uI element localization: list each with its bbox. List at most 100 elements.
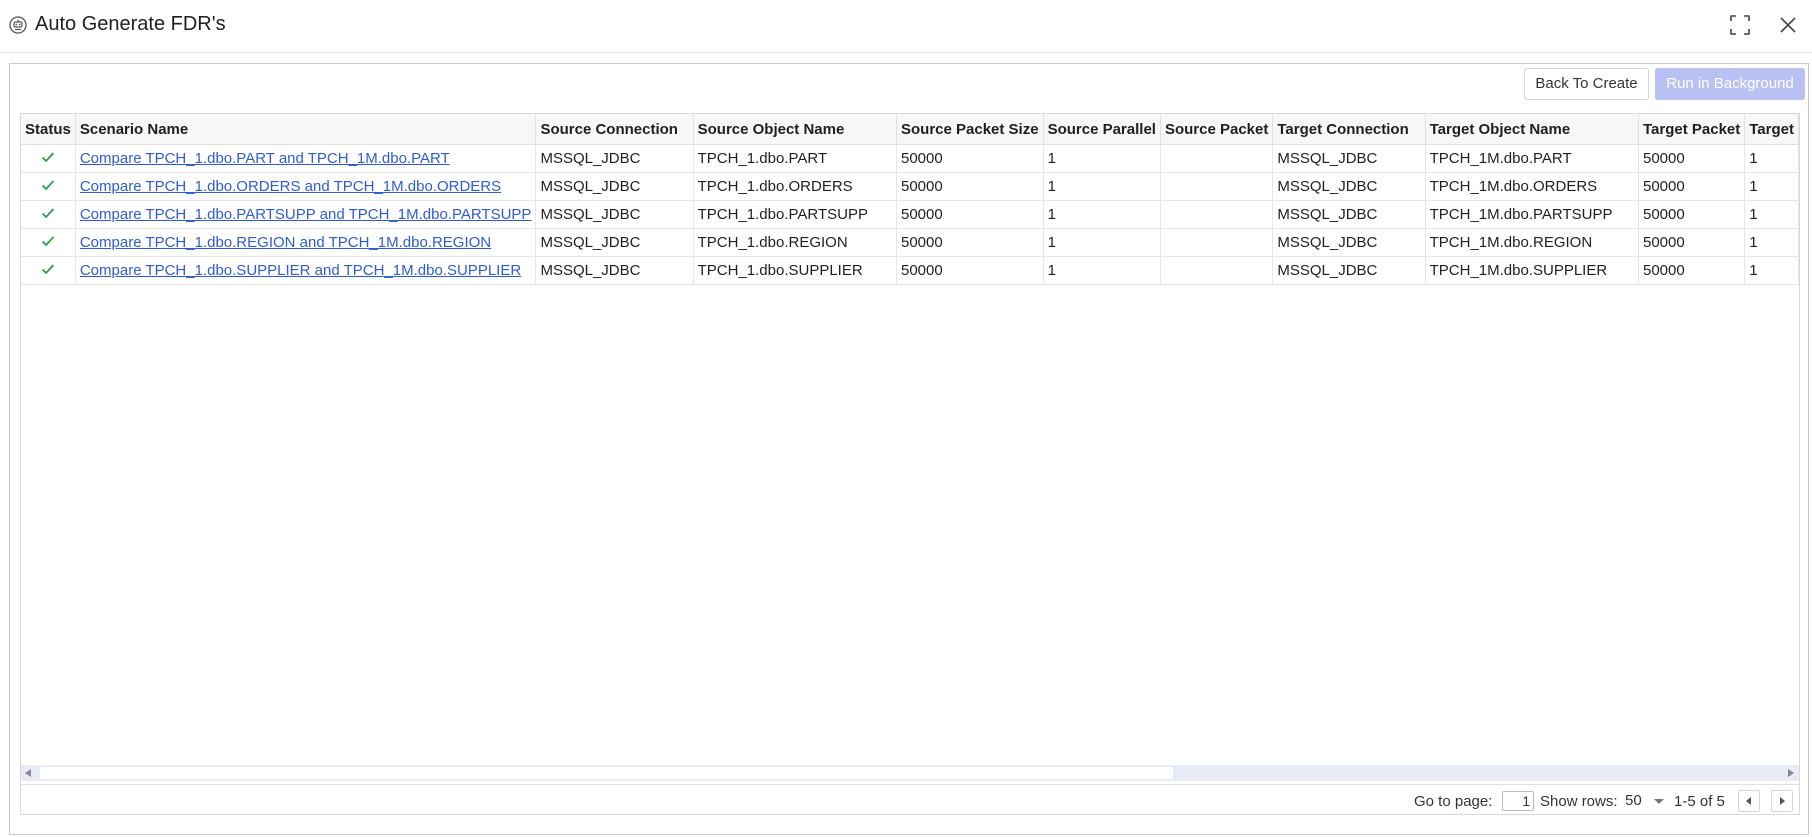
scrollbar-thumb[interactable] [40, 767, 1173, 779]
goto-page-label: Go to page: [1414, 793, 1493, 810]
target-packet-cell: 50000 [1638, 144, 1746, 173]
chevron-down-icon[interactable] [1654, 799, 1664, 804]
check-icon [41, 208, 55, 219]
goto-page-input[interactable]: 1 [1502, 791, 1534, 811]
target-object-cell: TPCH_1M.dbo.ORDERS [1425, 172, 1639, 201]
target-connection-cell: MSSQL_JDBC [1272, 172, 1426, 201]
source-parallel-cell: 1 [1043, 228, 1161, 257]
scenario-link[interactable]: Compare TPCH_1.dbo.SUPPLIER and TPCH_1M.… [80, 262, 521, 279]
table-header-row: Status Scenario Name Source Connection S… [21, 114, 1799, 145]
source-parallel-cell: 1 [1043, 200, 1161, 229]
col-header-target-packet[interactable]: Target Packet [1638, 114, 1746, 145]
source-packet-size-cell: 50000 [896, 200, 1044, 229]
target-object-cell: TPCH_1M.dbo.REGION [1425, 228, 1639, 257]
run-in-background-button[interactable]: Run in Background [1655, 68, 1805, 100]
target-object-cell: TPCH_1M.dbo.PART [1425, 144, 1639, 173]
status-cell [21, 228, 76, 257]
source-packet-cell [1160, 172, 1274, 201]
scroll-right-arrow-icon[interactable] [1788, 769, 1794, 777]
col-header-status[interactable]: Status [21, 114, 76, 145]
target-connection-cell: MSSQL_JDBC [1272, 144, 1426, 173]
close-icon[interactable] [1777, 14, 1799, 36]
chevron-right-icon [1780, 797, 1785, 805]
col-header-target-object-name[interactable]: Target Object Name [1425, 114, 1639, 145]
robot-icon [9, 16, 27, 34]
table-row: Compare TPCH_1.dbo.ORDERS and TPCH_1M.db… [21, 172, 1799, 201]
scenario-link[interactable]: Compare TPCH_1.dbo.PART and TPCH_1M.dbo.… [80, 150, 450, 167]
scenario-name-cell: Compare TPCH_1.dbo.ORDERS and TPCH_1M.db… [75, 172, 537, 201]
source-packet-size-cell: 50000 [896, 256, 1044, 285]
scenario-name-cell: Compare TPCH_1.dbo.PARTSUPP and TPCH_1M.… [75, 200, 537, 229]
target-packet-cell: 50000 [1638, 228, 1746, 257]
source-packet-cell [1160, 144, 1274, 173]
scenario-link[interactable]: Compare TPCH_1.dbo.ORDERS and TPCH_1M.db… [80, 178, 501, 195]
chevron-left-icon [1746, 797, 1751, 805]
back-to-create-button[interactable]: Back To Create [1524, 68, 1649, 100]
scenario-name-cell: Compare TPCH_1.dbo.PART and TPCH_1M.dbo.… [75, 144, 537, 173]
scroll-left-arrow-icon[interactable] [25, 769, 31, 777]
page-range-text: 1-5 of 5 [1674, 793, 1725, 810]
source-object-cell: TPCH_1.dbo.PARTSUPP [693, 200, 897, 229]
source-packet-size-cell: 50000 [896, 228, 1044, 257]
scenario-link[interactable]: Compare TPCH_1.dbo.REGION and TPCH_1M.db… [80, 234, 491, 251]
check-icon [41, 152, 55, 163]
source-object-cell: TPCH_1.dbo.ORDERS [693, 172, 897, 201]
table-row: Compare TPCH_1.dbo.REGION and TPCH_1M.db… [21, 228, 1799, 257]
source-packet-cell [1160, 256, 1274, 285]
source-packet-cell [1160, 228, 1274, 257]
target-connection-cell: MSSQL_JDBC [1272, 200, 1426, 229]
target-parallel-cell: 1 [1744, 256, 1799, 285]
target-packet-cell: 50000 [1638, 200, 1746, 229]
target-parallel-cell: 1 [1744, 144, 1799, 173]
source-parallel-cell: 1 [1043, 144, 1161, 173]
next-page-button[interactable] [1771, 790, 1793, 812]
table-row: Compare TPCH_1.dbo.PARTSUPP and TPCH_1M.… [21, 200, 1799, 229]
target-object-cell: TPCH_1M.dbo.SUPPLIER [1425, 256, 1639, 285]
show-rows-label: Show rows: [1540, 793, 1618, 810]
col-header-target[interactable]: Target [1744, 114, 1799, 145]
col-header-source-packet[interactable]: Source Packet [1160, 114, 1274, 145]
pagination-bar: Go to page: 1 Show rows: 50 1-5 of 5 [21, 784, 1799, 814]
table-row: Compare TPCH_1.dbo.SUPPLIER and TPCH_1M.… [21, 256, 1799, 285]
dialog-title: Auto Generate FDR's [35, 13, 226, 35]
status-cell [21, 144, 76, 173]
target-connection-cell: MSSQL_JDBC [1272, 256, 1426, 285]
scenario-name-cell: Compare TPCH_1.dbo.REGION and TPCH_1M.db… [75, 228, 537, 257]
target-parallel-cell: 1 [1744, 200, 1799, 229]
maximize-icon[interactable] [1729, 14, 1751, 36]
target-connection-cell: MSSQL_JDBC [1272, 228, 1426, 257]
scenario-name-cell: Compare TPCH_1.dbo.SUPPLIER and TPCH_1M.… [75, 256, 537, 285]
source-connection-cell: MSSQL_JDBC [535, 172, 694, 201]
target-parallel-cell: 1 [1744, 172, 1799, 201]
target-object-cell: TPCH_1M.dbo.PARTSUPP [1425, 200, 1639, 229]
source-packet-size-cell: 50000 [896, 144, 1044, 173]
source-object-cell: TPCH_1.dbo.SUPPLIER [693, 256, 897, 285]
source-object-cell: TPCH_1.dbo.PART [693, 144, 897, 173]
source-connection-cell: MSSQL_JDBC [535, 144, 694, 173]
target-packet-cell: 50000 [1638, 256, 1746, 285]
check-icon [41, 264, 55, 275]
col-header-scenario-name[interactable]: Scenario Name [75, 114, 537, 145]
col-header-source-connection[interactable]: Source Connection [535, 114, 694, 145]
scenario-grid: Status Scenario Name Source Connection S… [20, 113, 1800, 815]
source-parallel-cell: 1 [1043, 172, 1161, 201]
col-header-source-packet-size[interactable]: Source Packet Size [896, 114, 1044, 145]
dialog-titlebar: Auto Generate FDR's [0, 0, 1812, 53]
check-icon [41, 236, 55, 247]
source-parallel-cell: 1 [1043, 256, 1161, 285]
col-header-source-parallel[interactable]: Source Parallel [1043, 114, 1161, 145]
table-row: Compare TPCH_1.dbo.PART and TPCH_1M.dbo.… [21, 144, 1799, 173]
scenario-table: Status Scenario Name Source Connection S… [21, 114, 1799, 285]
target-packet-cell: 50000 [1638, 172, 1746, 201]
col-header-source-object-name[interactable]: Source Object Name [693, 114, 897, 145]
source-packet-cell [1160, 200, 1274, 229]
status-cell [21, 172, 76, 201]
source-connection-cell: MSSQL_JDBC [535, 200, 694, 229]
previous-page-button[interactable] [1738, 790, 1760, 812]
source-connection-cell: MSSQL_JDBC [535, 256, 694, 285]
scenario-link[interactable]: Compare TPCH_1.dbo.PARTSUPP and TPCH_1M.… [80, 206, 532, 223]
horizontal-scrollbar[interactable] [21, 765, 1799, 781]
col-header-target-connection[interactable]: Target Connection [1272, 114, 1426, 145]
status-cell [21, 256, 76, 285]
status-cell [21, 200, 76, 229]
